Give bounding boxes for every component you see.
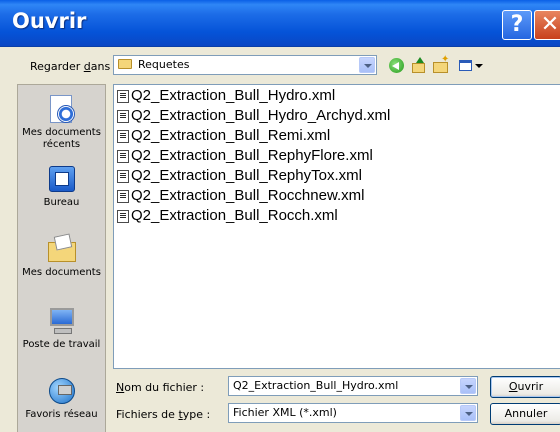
filename-label: Nom du fichier :: [116, 381, 205, 394]
cancel-button[interactable]: Annuler: [490, 403, 560, 425]
place-my-documents[interactable]: Mes documents: [18, 233, 105, 279]
xml-file-icon: [117, 170, 129, 183]
filename-input[interactable]: Q2_Extraction_Bull_Hydro.xml: [228, 376, 478, 396]
chevron-down-icon[interactable]: [359, 57, 375, 73]
chevron-down-icon[interactable]: [460, 378, 476, 394]
up-folder-icon[interactable]: [410, 57, 428, 75]
places-bar: Mes documents récents Bureau Mes documen…: [17, 84, 106, 432]
filetype-dropdown[interactable]: Fichier XML (*.xml): [228, 403, 478, 423]
new-folder-icon[interactable]: [432, 54, 450, 75]
close-icon: ✕: [540, 12, 560, 37]
xml-file-icon: [117, 210, 129, 223]
filename-value: Q2_Extraction_Bull_Hydro.xml: [233, 379, 399, 392]
desktop-icon: [46, 163, 78, 195]
place-desktop[interactable]: Bureau: [18, 163, 105, 209]
dialog-title: Ouvrir: [12, 9, 87, 33]
xml-file-icon: [117, 130, 129, 143]
my-computer-icon: [46, 305, 78, 337]
my-documents-icon: [46, 233, 78, 265]
views-menu-icon[interactable]: [458, 57, 484, 75]
place-my-computer[interactable]: Poste de travail: [18, 305, 105, 351]
help-icon: ?: [510, 12, 524, 37]
xml-file-icon: [117, 90, 129, 103]
lookin-label: Regarder dans :: [30, 60, 118, 73]
lookin-value: Requetes: [138, 58, 190, 71]
place-network[interactable]: Favoris réseau: [18, 375, 105, 421]
back-icon[interactable]: [388, 57, 406, 75]
xml-file-icon: [117, 150, 129, 163]
filetype-value: Fichier XML (*.xml): [233, 406, 337, 419]
close-button[interactable]: ✕: [534, 10, 560, 40]
filetype-label: Fichiers de type :: [116, 408, 211, 421]
xml-file-icon: [117, 110, 129, 123]
network-places-icon: [46, 375, 78, 407]
place-recent-documents[interactable]: Mes documents récents: [18, 93, 105, 151]
open-button[interactable]: Ouvrir: [490, 376, 560, 398]
folder-icon: [118, 59, 132, 69]
lookin-dropdown[interactable]: Requetes: [113, 55, 377, 75]
help-button[interactable]: ?: [502, 10, 532, 40]
file-list[interactable]: Q2_Extraction_Bull_Hydro.xml Q2_Extracti…: [113, 84, 560, 369]
xml-file-icon: [117, 190, 129, 203]
title-bar: Ouvrir ? ✕: [0, 0, 560, 47]
chevron-down-icon[interactable]: [460, 405, 476, 421]
recent-documents-icon: [46, 93, 78, 125]
